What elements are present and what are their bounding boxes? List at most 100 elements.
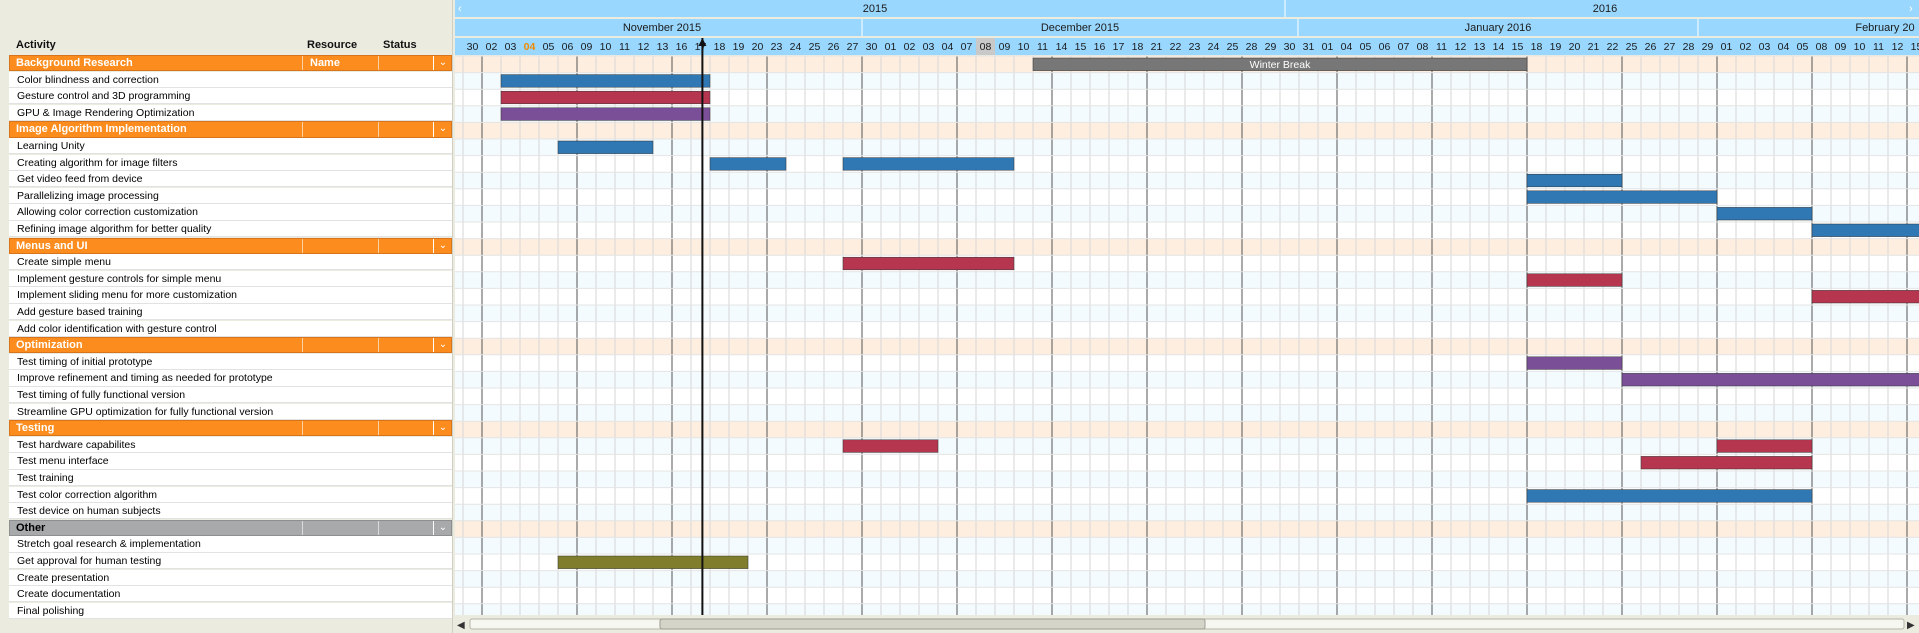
- chart-row-band: [455, 172, 1919, 189]
- activity-row[interactable]: Final polishing: [9, 602, 452, 620]
- gantt-bar[interactable]: [1716, 207, 1813, 221]
- activity-row[interactable]: Refining image algorithm for better qual…: [9, 221, 452, 238]
- group-row[interactable]: Background Research Name ⌄: [9, 55, 452, 72]
- activity-row[interactable]: Add color identification with gesture co…: [9, 320, 452, 337]
- gantt-bar[interactable]: [842, 439, 939, 453]
- activity-row[interactable]: Improve refinement and timing as needed …: [9, 370, 452, 387]
- scrollbar-thumb[interactable]: [659, 618, 1206, 630]
- activity-row[interactable]: Test hardware capabilites: [9, 436, 452, 454]
- activity-row[interactable]: Creating algorithm for image filters: [9, 154, 452, 171]
- activity-label: Test training: [17, 472, 74, 484]
- gantt-bar[interactable]: [1526, 190, 1718, 204]
- gantt-bar[interactable]: [1811, 223, 1919, 237]
- gantt-bar[interactable]: [1526, 173, 1623, 188]
- activity-row[interactable]: Test color correction algorithm: [9, 486, 452, 503]
- activity-row[interactable]: Parallelizing image processing: [9, 187, 452, 205]
- activity-row[interactable]: Create documentation: [9, 586, 452, 603]
- day-label: 02: [904, 41, 916, 53]
- activity-row[interactable]: Allowing color correction customization: [9, 204, 452, 221]
- group-row-band: [455, 238, 1919, 256]
- activity-row[interactable]: Test training: [9, 470, 452, 487]
- activity-row[interactable]: Learning Unity: [9, 138, 452, 155]
- activity-row[interactable]: Test timing of fully functional version: [9, 387, 452, 404]
- activity-label: Create simple menu: [17, 256, 111, 269]
- activity-row[interactable]: Color blindness and correction: [9, 71, 452, 88]
- activity-row[interactable]: Implement sliding menu for more customiz…: [9, 287, 452, 304]
- activity-label: Add gesture based training: [17, 306, 143, 318]
- activity-label: Test timing of initial prototype: [17, 355, 153, 368]
- activity-row[interactable]: GPU & Image Rendering Optimization: [9, 104, 452, 122]
- activity-row[interactable]: Add gesture based training: [9, 304, 452, 321]
- day-label: 15: [1075, 41, 1087, 53]
- activity-label: Create presentation: [17, 571, 110, 584]
- day-label: 22: [1170, 41, 1182, 53]
- day-header-band: [455, 38, 1919, 55]
- gantt-bar[interactable]: [1526, 489, 1813, 503]
- chevron-down-icon[interactable]: ⌄: [433, 122, 451, 137]
- panel-divider[interactable]: [452, 0, 453, 633]
- gantt-bar[interactable]: [842, 256, 1015, 271]
- gantt-bar[interactable]: [709, 157, 787, 171]
- chevron-down-icon[interactable]: ⌄: [433, 338, 451, 353]
- day-label: 04: [1778, 41, 1790, 53]
- activity-row[interactable]: Implement gesture controls for simple me…: [9, 270, 452, 288]
- gantt-bar[interactable]: [500, 74, 711, 88]
- group-row[interactable]: Other ⌄: [9, 519, 452, 537]
- activity-row[interactable]: Stretch goal research & implementation: [9, 536, 452, 553]
- activity-row[interactable]: Create simple menu: [9, 254, 452, 271]
- activity-row[interactable]: Test menu interface: [9, 453, 452, 470]
- group-row[interactable]: Testing ⌄: [9, 420, 452, 437]
- day-label: 30: [866, 41, 878, 53]
- activity-row[interactable]: Get approval for human testing: [9, 553, 452, 570]
- day-label: 09: [581, 41, 593, 53]
- chevron-down-icon[interactable]: ⌄: [433, 421, 451, 436]
- activity-column-header[interactable]: Activity: [16, 39, 56, 53]
- scroll-right-arrow-icon[interactable]: ▶: [1907, 620, 1915, 631]
- group-name: Menus and UI: [16, 239, 88, 252]
- day-label: 12: [1892, 41, 1904, 53]
- prev-arrow-icon[interactable]: ‹: [458, 3, 462, 15]
- activity-row[interactable]: Get video feed from device: [9, 171, 452, 188]
- month-label: December 2015: [1041, 22, 1119, 34]
- day-label: 27: [847, 41, 859, 53]
- activity-row[interactable]: Gesture control and 3D programming: [9, 88, 452, 105]
- gantt-bar[interactable]: [557, 555, 749, 569]
- group-row[interactable]: Image Algorithm Implementation ⌄: [9, 121, 452, 138]
- gantt-bar[interactable]: [1526, 356, 1623, 370]
- day-label: 11: [1436, 41, 1447, 53]
- activity-row[interactable]: Create presentation: [9, 569, 452, 586]
- gantt-bar[interactable]: [1621, 373, 1919, 387]
- chevron-down-icon[interactable]: ⌄: [433, 520, 451, 536]
- resource-column-header[interactable]: Resource: [307, 39, 357, 53]
- day-label: 29: [1265, 41, 1277, 53]
- activity-label: Get approval for human testing: [17, 555, 162, 567]
- activity-row[interactable]: Test device on human subjects: [9, 503, 452, 520]
- chart-row-band: [455, 587, 1919, 604]
- activity-row[interactable]: Test timing of initial prototype: [9, 353, 452, 371]
- gantt-bar[interactable]: [842, 157, 1015, 171]
- gantt-bar[interactable]: [1811, 290, 1919, 304]
- gantt-bar[interactable]: [1526, 273, 1623, 287]
- gantt-bar[interactable]: [557, 140, 654, 154]
- activity-label: Learning Unity: [17, 140, 85, 152]
- activity-row[interactable]: Streamline GPU optimization for fully fu…: [9, 403, 452, 420]
- chart-row-band: [455, 288, 1919, 305]
- day-label: 10: [600, 41, 612, 53]
- gantt-bar[interactable]: [1716, 439, 1813, 453]
- scroll-left-arrow-icon[interactable]: ◀: [457, 620, 465, 631]
- day-label: 07: [961, 41, 973, 53]
- group-row-band: [455, 520, 1919, 538]
- group-row[interactable]: Optimization ⌄: [9, 337, 452, 354]
- chevron-down-icon[interactable]: ⌄: [433, 238, 451, 253]
- activity-panel: Activity Resource Status Background Rese…: [0, 0, 455, 633]
- chevron-down-icon[interactable]: ⌄: [433, 56, 451, 71]
- gantt-bar[interactable]: [500, 90, 711, 105]
- activity-label: Add color identification with gesture co…: [17, 322, 217, 335]
- gantt-bar[interactable]: [500, 107, 711, 121]
- day-label: 05: [543, 41, 555, 53]
- activity-label: Final polishing: [17, 604, 85, 617]
- gantt-bar[interactable]: [1640, 456, 1813, 470]
- status-column-header[interactable]: Status: [383, 39, 417, 53]
- group-row[interactable]: Menus and UI ⌄: [9, 237, 452, 254]
- next-arrow-icon[interactable]: ›: [1909, 3, 1913, 15]
